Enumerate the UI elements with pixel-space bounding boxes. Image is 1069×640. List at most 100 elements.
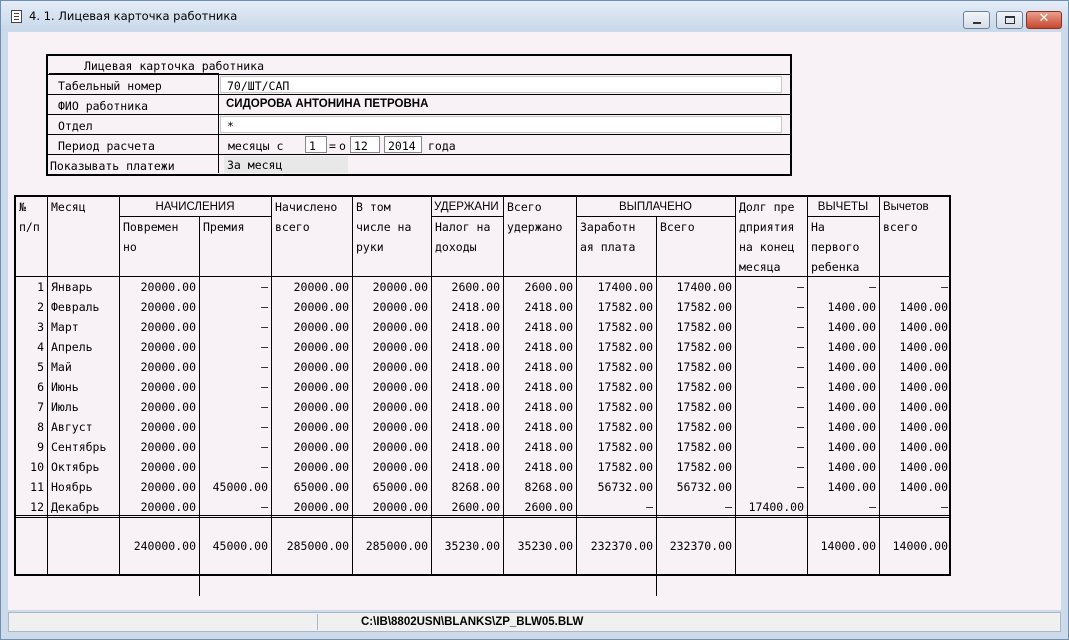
col-child-header-3: ребенка [811, 260, 860, 274]
table-cell: 1400.00 [899, 420, 948, 434]
period-year-field[interactable]: 2014 [384, 136, 422, 153]
col-child-header-2: первого [811, 240, 860, 254]
table-cell: 2418.00 [451, 460, 500, 474]
period-to-value: 12 [354, 139, 368, 153]
table-cell: 20000.00 [140, 360, 196, 374]
table-cell: 20000.00 [140, 480, 196, 494]
table-row[interactable]: 1 Январь 20000.00 – 20000.00 20000.00 2600.00 2… [16, 277, 951, 297]
document-icon [11, 10, 22, 23]
table-cell: 1400.00 [827, 300, 876, 314]
period-to-field[interactable]: 12 [350, 136, 380, 153]
period-label: Период расчета [58, 139, 155, 153]
fio-label: ФИО работника [58, 99, 149, 113]
table-cell: 20000.00 [372, 360, 428, 374]
table-cell: 20000.00 [372, 380, 428, 394]
table-cell: 17582.00 [597, 440, 653, 454]
table-cell: Август [51, 420, 93, 434]
table-row[interactable]: 7 Июль 20000.00 – 20000.00 20000.00 2418.00 241… [16, 397, 951, 417]
table-cell: Ноябрь [51, 480, 93, 494]
col-withheld-header: Всего [507, 200, 542, 214]
table-cell: 2418.00 [451, 400, 500, 414]
table-cell: 56732.00 [597, 480, 653, 494]
department-label: Отдел [58, 119, 93, 133]
table-cell: 2600.00 [524, 500, 573, 514]
table-cell: – [261, 380, 268, 394]
table-cell: 20000.00 [293, 420, 349, 434]
table-cell: 35230.00 [517, 539, 573, 553]
table-cell: 2418.00 [451, 440, 500, 454]
table-cell: 20000.00 [140, 440, 196, 454]
table-row[interactable]: 9 Сентябрь 20000.00 – 20000.00 20000.00 2418.0… [16, 437, 951, 457]
col-child-header: На [811, 220, 825, 234]
table-cell: 2418.00 [451, 420, 500, 434]
col-debt-header-2: дприятия [739, 220, 795, 234]
table-cell: 17582.00 [676, 300, 732, 314]
table-cell: 3 [37, 320, 44, 334]
table-cell: 1 [37, 280, 44, 294]
period-separator: = [329, 139, 336, 153]
table-cell: 17400.00 [597, 280, 653, 294]
col-salary-header: Заработн [580, 220, 636, 234]
table-row[interactable]: 2 Февраль 20000.00 – 20000.00 20000.00 2418.00… [16, 297, 951, 317]
table-cell: 20000.00 [140, 500, 196, 514]
table-row[interactable]: 3 Март 20000.00 – 20000.00 20000.00 2418.00 241… [16, 317, 951, 337]
table-row[interactable]: 4 Апрель 20000.00 – 20000.00 20000.00 2418.00 2… [16, 337, 951, 357]
card-row-department: Отдел * [48, 114, 792, 134]
table-cell: Январь [51, 280, 93, 294]
table-cell: 5 [37, 360, 44, 374]
table-cell: 2600.00 [451, 280, 500, 294]
tab-number-field[interactable]: 70/ШТ/САП [220, 76, 782, 93]
close-button[interactable]: ✕ [1026, 11, 1062, 29]
col-month-header: Месяц [51, 200, 86, 214]
table-cell: 2418.00 [524, 380, 573, 394]
table-cell: 20000.00 [140, 420, 196, 434]
table-row[interactable]: 5 Май 20000.00 – 20000.00 20000.00 2418.00 2418… [16, 357, 951, 377]
table-cell: 232370.00 [669, 539, 732, 553]
table-cell: 14000.00 [892, 539, 948, 553]
table-cell: – [869, 500, 876, 514]
table-cell: – [261, 500, 268, 514]
table-cell: 2600.00 [451, 500, 500, 514]
col-tax-header: Налог на [435, 220, 491, 234]
table-row[interactable]: 10 Октябрь 20000.00 – 20000.00 20000.00 2418.0… [16, 457, 951, 477]
table-cell: 20000.00 [140, 320, 196, 334]
table-cell: 17582.00 [597, 400, 653, 414]
table-cell: – [725, 500, 732, 514]
table-cell: 232370.00 [590, 539, 653, 553]
maximize-button[interactable] [996, 11, 1023, 29]
totals-row[interactable]: 240000.00 45000.00 285000.00 285000.00 35230… [16, 518, 951, 576]
table-cell: 35230.00 [444, 539, 500, 553]
title-bar[interactable]: 4. 1. Лицевая карточка работника ✕ [1, 1, 1068, 31]
department-field[interactable]: * [220, 116, 782, 133]
table-cell: 9 [37, 440, 44, 454]
table-cell: 17582.00 [676, 460, 732, 474]
status-divider [317, 614, 318, 630]
table-row[interactable]: 6 Июнь 20000.00 – 20000.00 20000.00 2418.00 241… [16, 377, 951, 397]
col-paid-total-header: Всего [660, 220, 695, 234]
table-cell: 1400.00 [899, 360, 948, 374]
table-cell: – [941, 280, 948, 294]
table-cell: – [261, 440, 268, 454]
table-cell: 1400.00 [827, 480, 876, 494]
table-cell: 285000.00 [286, 539, 349, 553]
app-window: 4. 1. Лицевая карточка работника ✕ Лицев… [0, 0, 1069, 640]
table-cell: 20000.00 [372, 420, 428, 434]
table-cell: 2418.00 [451, 380, 500, 394]
table-cell: 2418.00 [524, 420, 573, 434]
minimize-button[interactable] [963, 11, 990, 29]
table-cell: 20000.00 [372, 320, 428, 334]
table-row[interactable]: 11 Ноябрь 20000.00 45000.00 65000.00 65000.00… [16, 477, 951, 497]
table-cell: 20000.00 [293, 280, 349, 294]
table-cell: 17582.00 [676, 380, 732, 394]
period-from-field[interactable]: 1 [305, 136, 327, 153]
payments-select[interactable]: За месяц [224, 156, 348, 173]
table-cell: 20000.00 [293, 440, 349, 454]
table-cell: 240000.00 [133, 539, 196, 553]
table-cell: – [797, 400, 804, 414]
table-cell: 1400.00 [899, 300, 948, 314]
col-bonus-header: Премия [203, 220, 245, 234]
table-cell: 17582.00 [597, 380, 653, 394]
table-row[interactable]: 8 Август 20000.00 – 20000.00 20000.00 2418.00 2… [16, 417, 951, 437]
table-cell: 20000.00 [293, 360, 349, 374]
table-row[interactable]: 12 Декабрь 20000.00 – 20000.00 20000.00 2600.0… [16, 497, 951, 517]
